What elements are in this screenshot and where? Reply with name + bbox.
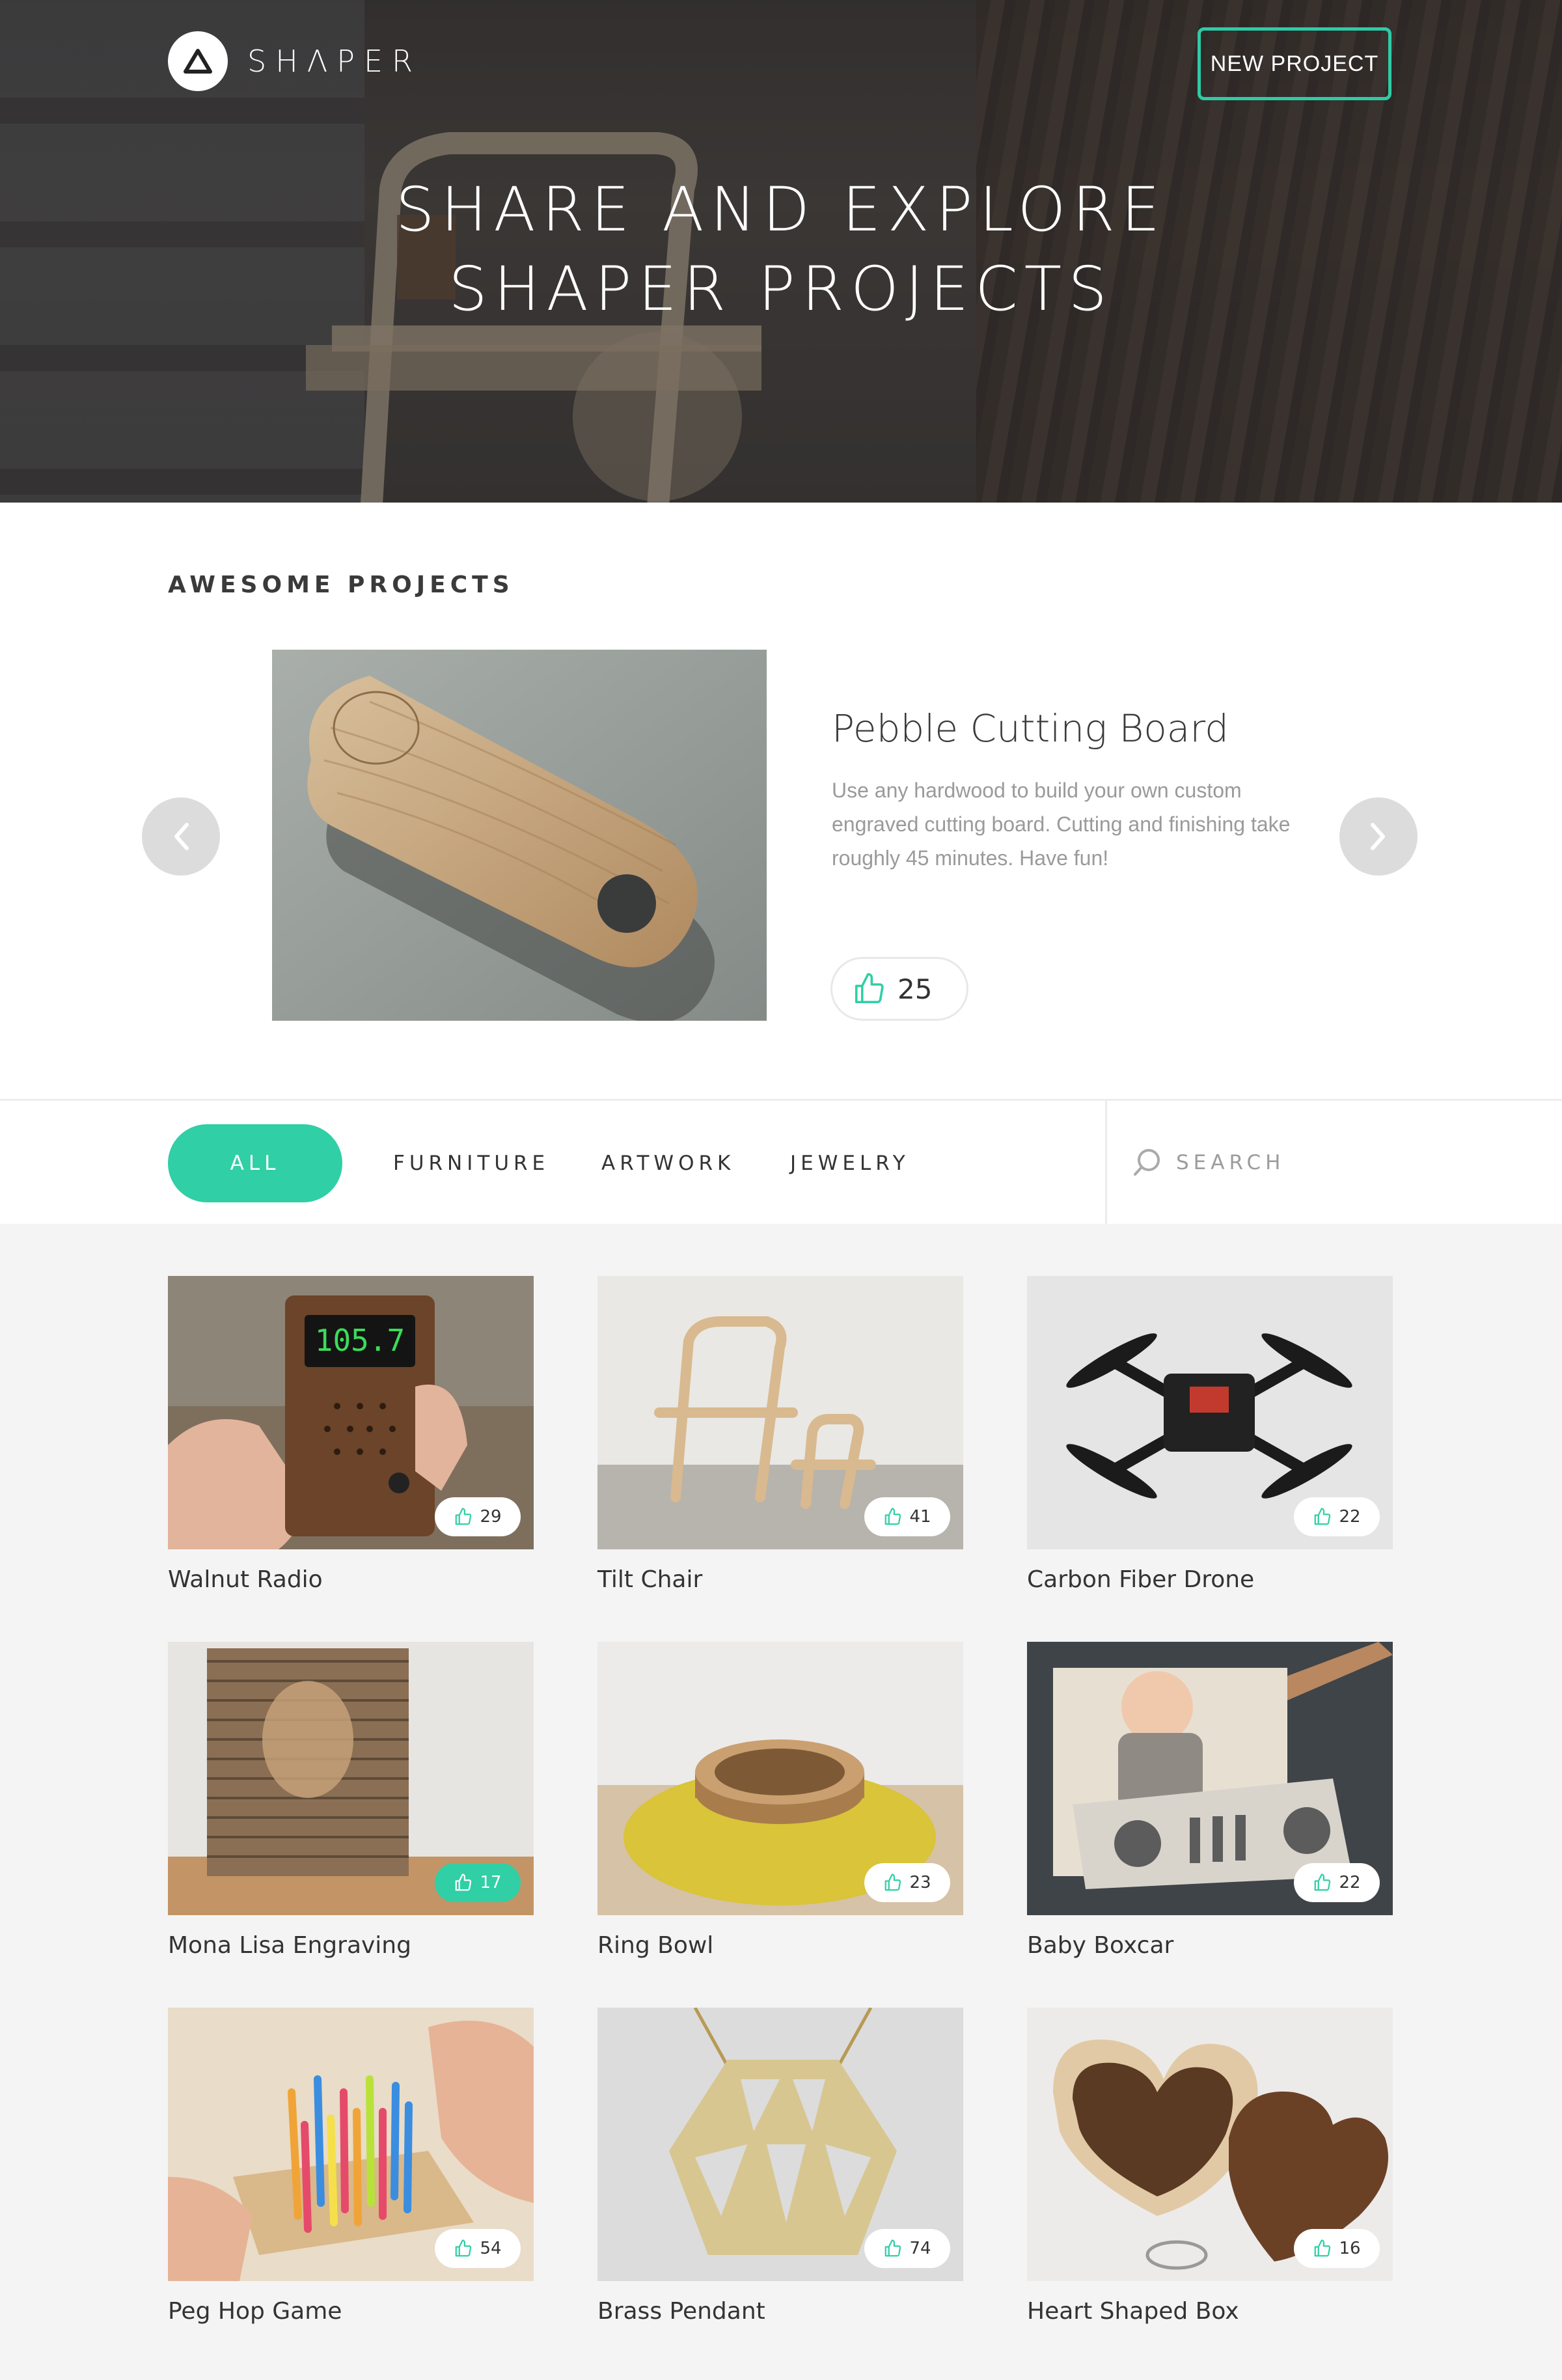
project-card-walnut-radio[interactable]: 105.7 29 Walnut Radio <box>168 1276 534 1593</box>
chevron-right-icon <box>1371 823 1385 850</box>
project-card-carbon-fiber-drone[interactable]: 22 Carbon Fiber Drone <box>1027 1276 1393 1593</box>
thumbs-up-icon <box>885 2239 901 2257</box>
carousel-prev-button[interactable] <box>142 797 220 876</box>
like-count: 41 <box>909 1507 931 1527</box>
like-count: 22 <box>1339 1507 1361 1527</box>
project-card-brass-pendant[interactable]: 74 Brass Pendant <box>597 2008 963 2325</box>
project-card-heart-shaped-box[interactable]: 16 Heart Shaped Box <box>1027 2008 1393 2325</box>
chevron-left-icon <box>174 823 189 850</box>
project-thumbnail[interactable]: 22 <box>1027 1642 1393 1915</box>
thumbs-up-icon <box>1315 1874 1331 1891</box>
logo-wordmark: SHΛPER <box>247 44 422 79</box>
thumbs-up-icon <box>855 973 884 1004</box>
like-badge[interactable]: 54 <box>435 2229 521 2268</box>
project-title[interactable]: Heart Shaped Box <box>1027 2298 1393 2325</box>
like-badge[interactable]: 74 <box>864 2229 950 2268</box>
like-badge[interactable]: 22 <box>1294 1863 1380 1902</box>
like-badge[interactable]: 16 <box>1294 2229 1380 2268</box>
hero-title: SHARE AND EXPLORE SHAPER PROJECTS <box>0 171 1562 329</box>
featured-project-title[interactable]: Pebble Cutting Board <box>832 706 1229 751</box>
filter-tab-jewelry[interactable]: JEWELRY <box>790 1124 910 1202</box>
thumbs-up-icon <box>885 1874 901 1891</box>
like-count: 17 <box>480 1873 502 1892</box>
project-title[interactable]: Brass Pendant <box>597 2298 963 2325</box>
featured-project-image[interactable] <box>272 650 767 1021</box>
thumbs-up-icon <box>1315 1508 1331 1525</box>
project-title[interactable]: Peg Hop Game <box>168 2298 534 2325</box>
category-filter-bar: ALL FURNITURE ARTWORK JEWELRY <box>0 1099 1562 1224</box>
thumbs-up-icon <box>456 1874 472 1891</box>
search-icon <box>1134 1148 1160 1176</box>
like-badge[interactable]: 29 <box>435 1497 521 1536</box>
project-thumbnail[interactable]: 74 <box>597 2008 963 2281</box>
like-count: 22 <box>1339 1873 1361 1892</box>
logo-triangle-icon <box>168 31 228 91</box>
like-badge-active[interactable]: 17 <box>435 1863 521 1902</box>
featured-like-count: 25 <box>897 973 933 1005</box>
search-box[interactable] <box>1105 1101 1562 1224</box>
project-card-peg-hop-game[interactable]: 54 Peg Hop Game <box>168 2008 534 2325</box>
project-thumbnail[interactable]: 41 <box>597 1276 963 1549</box>
like-count: 54 <box>480 2239 502 2258</box>
like-badge[interactable]: 23 <box>864 1863 950 1902</box>
radio-display-text: 105.7 <box>315 1323 405 1358</box>
like-badge[interactable]: 41 <box>864 1497 950 1536</box>
project-title[interactable]: Walnut Radio <box>168 1566 534 1593</box>
featured-like-button[interactable]: 25 <box>830 957 968 1021</box>
project-title[interactable]: Carbon Fiber Drone <box>1027 1566 1393 1593</box>
project-thumbnail[interactable]: 16 <box>1027 2008 1393 2281</box>
like-count: 74 <box>909 2239 931 2258</box>
search-input[interactable] <box>1176 1150 1501 1174</box>
shaper-logo[interactable]: SHΛPER <box>168 31 422 91</box>
like-count: 16 <box>1339 2239 1361 2258</box>
section-title-awesome-projects: AWESOME PROJECTS <box>168 572 514 598</box>
like-count: 29 <box>480 1507 502 1527</box>
thumbs-up-icon <box>885 1508 901 1525</box>
project-thumbnail[interactable]: 23 <box>597 1642 963 1915</box>
project-thumbnail[interactable]: 54 <box>168 2008 534 2281</box>
carousel-next-button[interactable] <box>1339 797 1418 876</box>
project-card-ring-bowl[interactable]: 23 Ring Bowl <box>597 1642 963 1959</box>
thumbs-up-icon <box>456 1508 472 1525</box>
filter-tab-artwork[interactable]: ARTWORK <box>601 1124 735 1202</box>
filter-tab-furniture[interactable]: FURNITURE <box>393 1124 549 1202</box>
project-thumbnail[interactable]: 22 <box>1027 1276 1393 1549</box>
project-card-mona-lisa-engraving[interactable]: 17 Mona Lisa Engraving <box>168 1642 534 1959</box>
thumbs-up-icon <box>1315 2239 1331 2257</box>
featured-project-description: Use any hardwood to build your own custo… <box>832 779 1291 870</box>
project-thumbnail[interactable]: 17 <box>168 1642 534 1915</box>
hero-banner: SHΛPER NEW PROJECT SHARE AND EXPLORE SHA… <box>0 0 1562 503</box>
thumbs-up-icon <box>456 2239 472 2257</box>
project-title[interactable]: Ring Bowl <box>597 1932 963 1959</box>
project-title[interactable]: Tilt Chair <box>597 1566 963 1593</box>
filter-tab-all[interactable]: ALL <box>168 1124 342 1202</box>
project-title[interactable]: Baby Boxcar <box>1027 1932 1393 1959</box>
like-count: 23 <box>909 1873 931 1892</box>
project-card-tilt-chair[interactable]: 41 Tilt Chair <box>597 1276 963 1593</box>
hero-title-line-1: SHARE AND EXPLORE <box>395 174 1167 245</box>
like-badge[interactable]: 22 <box>1294 1497 1380 1536</box>
hero-title-line-2: SHAPER PROJECTS <box>448 254 1114 325</box>
project-card-baby-boxcar[interactable]: 22 Baby Boxcar <box>1027 1642 1393 1959</box>
project-thumbnail[interactable]: 105.7 29 <box>168 1276 534 1549</box>
project-title[interactable]: Mona Lisa Engraving <box>168 1932 534 1959</box>
project-grid: 105.7 29 Walnut Radio 41 Tilt Chair 22 C… <box>0 1224 1562 2380</box>
new-project-button[interactable]: NEW PROJECT <box>1198 27 1391 100</box>
